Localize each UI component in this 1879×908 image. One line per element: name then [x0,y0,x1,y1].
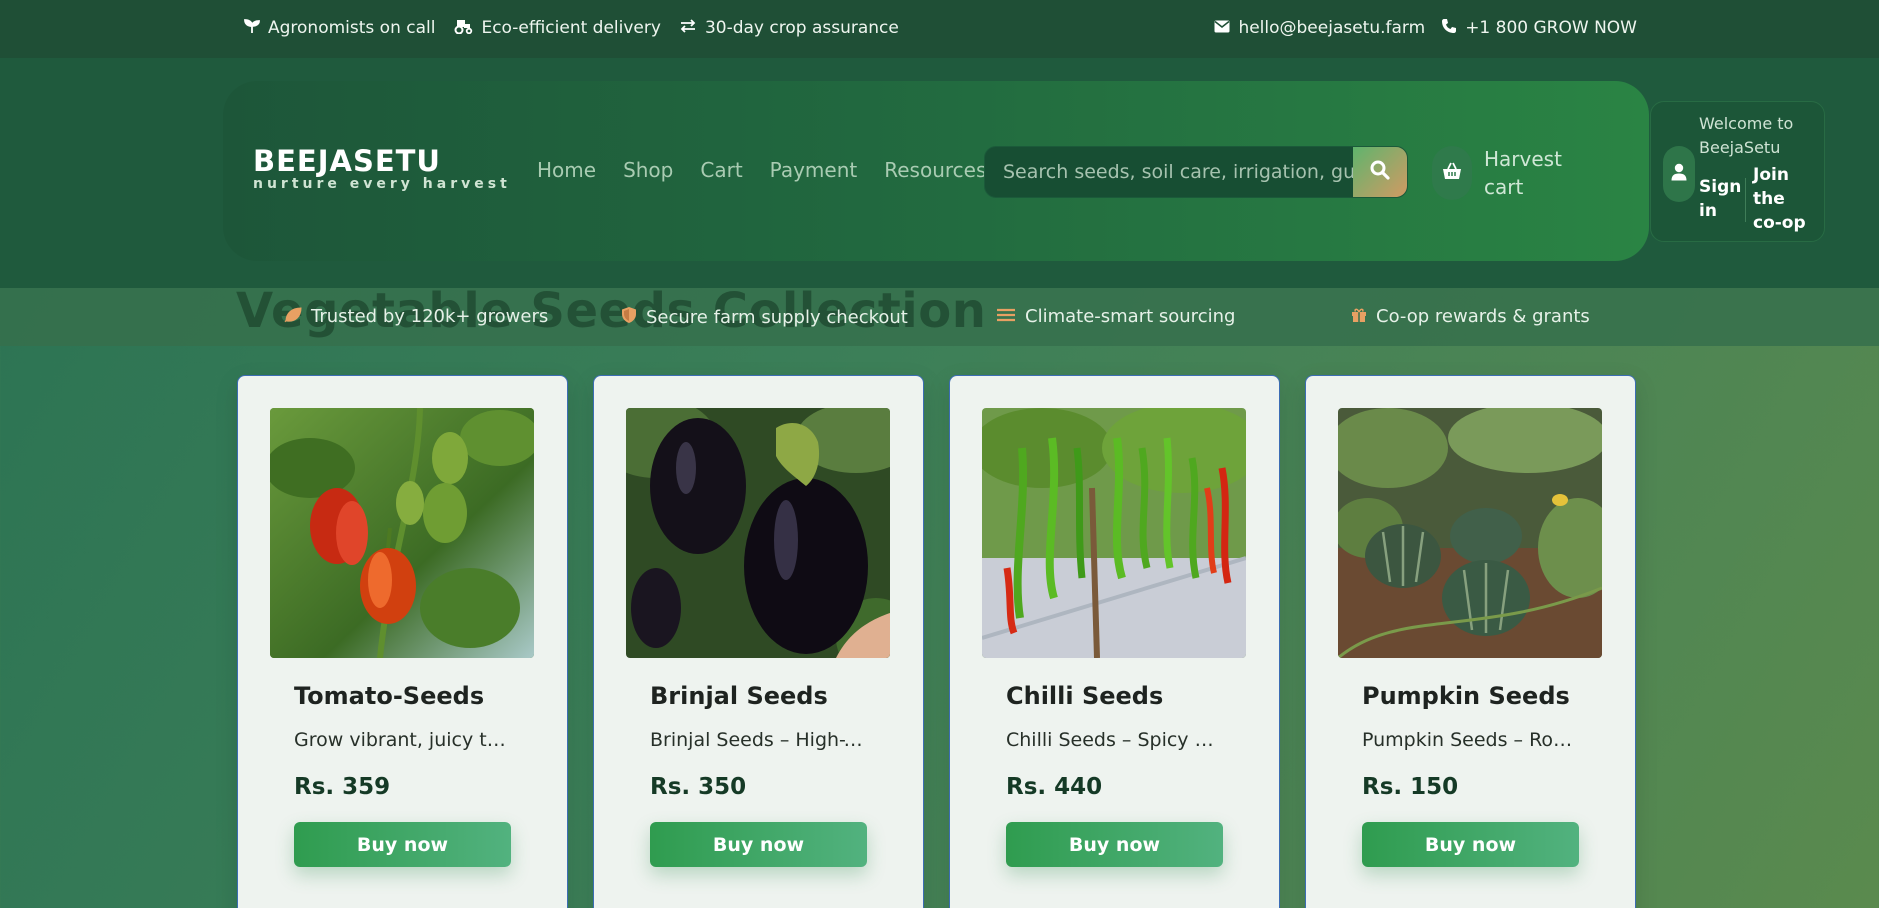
harvest-cart-button[interactable]: Harvest cart [1432,145,1574,201]
nav-home[interactable]: Home [537,158,596,182]
trust-label: Climate-smart sourcing [1025,306,1236,327]
buy-now-button[interactable]: Buy now [1362,822,1579,867]
trust-item: Trusted by 120k+ growers [284,306,548,327]
nav-resources[interactable]: Resources [884,158,986,182]
search-input[interactable] [985,147,1355,197]
trust-item: Climate-smart sourcing [996,306,1235,327]
product-name[interactable]: Tomato-Seeds [294,682,484,710]
top-bar-label: Agronomists on call [268,18,436,38]
brand-logo[interactable]: BEEJASETU nurture every harvest [253,144,511,192]
phone-icon [1441,18,1457,38]
email-label: hello@beejasetu.farm [1238,18,1426,38]
avatar [1663,146,1695,202]
top-bar-item: Agronomists on call [244,18,435,38]
join-coop-link[interactable]: Join the co-op [1753,163,1819,235]
buy-now-button[interactable]: Buy now [650,822,867,867]
top-bar-label: 30-day crop assurance [704,18,899,38]
brand-name: BEEJASETU [253,144,441,178]
email-link[interactable]: hello@beejasetu.farm [1214,18,1425,38]
product-card: Tomato-Seeds Grow vibrant, juicy to... R… [237,375,568,908]
trust-item: Secure farm supply checkout [621,306,908,328]
account-card: Welcome to BeejaSetu Sign in Join the co… [1650,101,1825,242]
product-image[interactable] [1338,408,1602,658]
product-card: Pumpkin Seeds Pumpkin Seeds – Rob... Rs.… [1305,375,1636,908]
leaf-icon [284,306,302,327]
product-card: Brinjal Seeds Brinjal Seeds – High-Y... … [593,375,924,908]
gift-icon [1351,307,1367,327]
buy-now-button[interactable]: Buy now [294,822,511,867]
sign-in-link[interactable]: Sign in [1699,175,1743,223]
tractor-icon [453,18,473,38]
phone-label: +1 800 GROW NOW [1465,18,1637,38]
welcome-text: Welcome to BeejaSetu [1699,114,1794,157]
top-bar-left: Agronomists on call Eco-efficient delive… [244,18,899,38]
trust-label: Trusted by 120k+ growers [311,306,549,327]
product-image[interactable] [982,408,1246,658]
top-bar-item: 30-day crop assurance [679,18,899,38]
nav-payment[interactable]: Payment [770,158,858,182]
shield-icon [621,306,637,328]
main-nav: Home Shop Cart Payment Resources [537,158,986,182]
product-price: Rs. 440 [1006,774,1103,800]
product-description: Pumpkin Seeds – Rob... [1362,729,1580,751]
top-info-bar: Agronomists on call Eco-efficient delive… [0,0,1879,58]
top-bar-item: Eco-efficient delivery [453,18,661,38]
trust-label: Co-op rewards & grants [1376,306,1590,327]
search-icon [1370,160,1390,184]
top-bar-right: hello@beejasetu.farm +1 800 GROW NOW [1214,18,1637,38]
phone-link[interactable]: +1 800 GROW NOW [1441,18,1637,38]
brand-tagline: nurture every harvest [253,176,511,192]
search-box [984,146,1408,198]
product-description: Chilli Seeds – Spicy & ... [1006,729,1224,751]
product-image[interactable] [270,408,534,658]
search-button[interactable] [1353,147,1407,197]
product-price: Rs. 350 [650,774,747,800]
envelope-icon [1214,19,1230,37]
product-description: Grow vibrant, juicy to... [294,729,512,751]
exchange-icon [679,18,697,38]
product-name[interactable]: Pumpkin Seeds [1362,682,1570,710]
nav-cart[interactable]: Cart [700,158,742,182]
nav-shop[interactable]: Shop [623,158,673,182]
product-name[interactable]: Chilli Seeds [1006,682,1163,710]
product-image[interactable] [626,408,890,658]
product-price: Rs. 150 [1362,774,1459,800]
climate-icon [996,307,1016,326]
buy-now-button[interactable]: Buy now [1006,822,1223,867]
product-card: Chilli Seeds Chilli Seeds – Spicy & ... … [949,375,1280,908]
trust-label: Secure farm supply checkout [646,306,908,328]
top-bar-label: Eco-efficient delivery [481,18,661,38]
product-price: Rs. 359 [294,774,391,800]
account-divider [1745,178,1746,222]
user-icon [1671,163,1687,185]
cart-icon-wrap [1432,146,1472,200]
cart-label: Harvest cart [1484,147,1562,199]
basket-icon [1442,162,1462,184]
product-description: Brinjal Seeds – High-Y... [650,729,868,751]
trust-item: Co-op rewards & grants [1351,306,1590,327]
seedling-icon [244,18,260,38]
product-name[interactable]: Brinjal Seeds [650,682,828,710]
